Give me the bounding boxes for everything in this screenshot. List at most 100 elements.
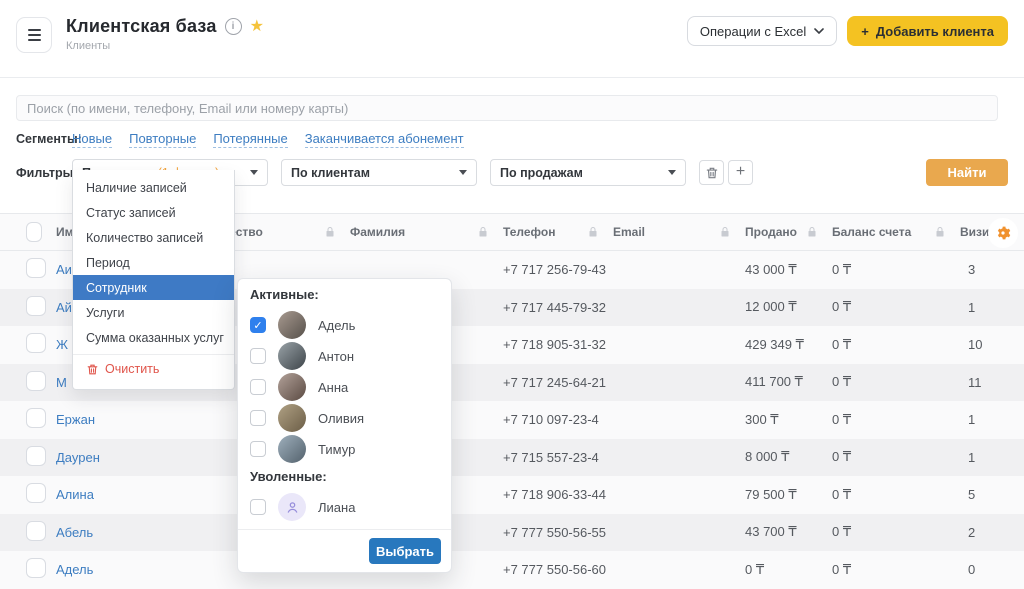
clear-filters-button[interactable]: Очистить xyxy=(73,354,234,383)
filter-menu-item[interactable]: Сотрудник xyxy=(73,275,234,300)
staff-item: Лиана xyxy=(250,492,439,522)
staff-avatar xyxy=(278,493,306,521)
filter-menu-item[interactable]: Сумма оказанных услуг xyxy=(73,325,234,350)
delete-filter-button[interactable] xyxy=(699,160,724,185)
filter-menu-item[interactable]: Наличие записей xyxy=(73,175,234,200)
row-checkbox[interactable] xyxy=(26,296,46,316)
row-checkbox[interactable] xyxy=(26,333,46,353)
client-visits: 11 xyxy=(960,375,1024,390)
staff-checkbox[interactable] xyxy=(250,441,266,457)
column-header: Продано xyxy=(745,214,832,250)
table-row: Даурен+7 715 557-23-48 000 ₸0 ₸1 xyxy=(0,439,1024,477)
staff-checkbox[interactable] xyxy=(250,410,266,426)
client-name-link[interactable]: Абель xyxy=(56,525,207,540)
page-title: Клиентская база xyxy=(66,16,217,37)
sales-filter-select[interactable]: По продажам xyxy=(490,159,686,186)
row-checkbox-cell xyxy=(0,483,56,506)
segment-link[interactable]: Заканчивается абонемент xyxy=(305,131,464,148)
row-checkbox[interactable] xyxy=(26,521,46,541)
segment-link[interactable]: Потерянные xyxy=(213,131,287,148)
trash-icon xyxy=(86,363,99,376)
client-sold: 79 500 ₸ xyxy=(745,487,832,503)
segment-link[interactable]: Повторные xyxy=(129,131,196,148)
info-icon[interactable]: i xyxy=(225,18,242,35)
row-checkbox[interactable] xyxy=(26,483,46,503)
staff-checkbox[interactable] xyxy=(250,499,266,515)
excel-operations-button[interactable]: Операции с Excel xyxy=(687,16,837,46)
client-name-link[interactable]: Адель xyxy=(56,562,207,577)
segments-row: Сегменты: Новые Повторные Потерянные Заканч… xyxy=(16,131,1008,147)
client-phone: +7 717 445-79-32 xyxy=(503,300,613,315)
client-phone: +7 777 550-56-55 xyxy=(503,525,613,540)
client-visits: 1 xyxy=(960,300,1024,315)
table-row: Абель+7 777 550-56-5543 700 ₸0 ₸2 xyxy=(0,514,1024,552)
row-checkbox-cell xyxy=(0,296,56,319)
filter-menu-item[interactable]: Период xyxy=(73,250,234,275)
segment-link[interactable]: Новые xyxy=(72,131,112,148)
find-button[interactable]: Найти xyxy=(926,159,1008,186)
clear-filters-label: Очистить xyxy=(105,362,159,376)
row-checkbox[interactable] xyxy=(26,408,46,428)
row-checkbox-cell xyxy=(0,521,56,544)
add-client-button[interactable]: + Добавить клиента xyxy=(847,16,1008,46)
filter-menu-item[interactable]: Статус записей xyxy=(73,200,234,225)
segments-list: Новые Повторные Потерянные Заканчивается аб… xyxy=(72,131,464,148)
row-checkbox[interactable] xyxy=(26,258,46,278)
client-sold: 0 ₸ xyxy=(745,562,832,578)
table-settings-button[interactable] xyxy=(988,218,1018,248)
client-name-link[interactable]: Алина xyxy=(56,487,207,502)
favorite-star-icon[interactable]: ★ xyxy=(250,19,264,35)
column-header-label: Баланс счета xyxy=(832,225,911,239)
clients-filter-select[interactable]: По клиентам xyxy=(281,159,477,186)
column-header-label: Телефон xyxy=(503,225,555,239)
trash-icon xyxy=(705,166,719,180)
column-header: Email xyxy=(613,214,745,250)
client-phone: +7 717 245-64-21 xyxy=(503,375,613,390)
staff-item: Антон xyxy=(250,341,439,371)
client-phone: +7 777 550-56-60 xyxy=(503,562,613,577)
row-checkbox[interactable] xyxy=(26,446,46,466)
select-all-checkbox[interactable] xyxy=(26,222,42,242)
title-block: Клиентская база i ★ Клиенты xyxy=(66,16,264,52)
staff-checkbox[interactable] xyxy=(250,348,266,364)
lock-icon xyxy=(477,226,489,238)
client-phone: +7 718 905-31-32 xyxy=(503,337,613,352)
filter-menu-item[interactable]: Количество записей xyxy=(73,225,234,250)
staff-checkbox[interactable]: ✓ xyxy=(250,317,266,333)
search-input[interactable] xyxy=(16,95,998,121)
row-checkbox-cell xyxy=(0,446,56,469)
client-phone: +7 717 256-79-43 xyxy=(503,262,613,277)
client-visits: 1 xyxy=(960,450,1024,465)
client-name-link[interactable]: Ержан xyxy=(56,412,207,427)
client-visits: 1 xyxy=(960,412,1024,427)
header-checkbox-cell xyxy=(0,214,56,250)
filter-menu-item[interactable]: Услуги xyxy=(73,300,234,325)
column-header-label: Email xyxy=(613,225,645,239)
staff-select-button[interactable]: Выбрать xyxy=(369,538,441,564)
client-sold: 12 000 ₸ xyxy=(745,299,832,315)
client-sold: 8 000 ₸ xyxy=(745,449,832,465)
row-checkbox-cell xyxy=(0,258,56,281)
sales-filter-value: По продажам xyxy=(500,166,583,180)
row-checkbox[interactable] xyxy=(26,371,46,391)
add-client-label: Добавить клиента xyxy=(876,24,994,39)
staff-checkbox[interactable] xyxy=(250,379,266,395)
row-checkbox-cell xyxy=(0,333,56,356)
lock-icon xyxy=(587,226,599,238)
client-name-link[interactable]: Даурен xyxy=(56,450,207,465)
caret-down-icon xyxy=(668,170,676,175)
page-header: Клиентская база i ★ Клиенты Операции с E… xyxy=(0,0,1024,62)
client-balance: 0 ₸ xyxy=(832,374,960,390)
client-balance: 0 ₸ xyxy=(832,524,960,540)
header-divider xyxy=(0,77,1024,78)
menu-button[interactable] xyxy=(16,17,52,53)
add-filter-button[interactable]: + xyxy=(728,160,753,185)
client-balance: 0 ₸ xyxy=(832,262,960,278)
client-visits: 2 xyxy=(960,525,1024,540)
client-database-page: Клиентская база i ★ Клиенты Операции с E… xyxy=(0,0,1024,571)
client-visits: 0 xyxy=(960,562,1024,577)
row-checkbox[interactable] xyxy=(26,558,46,578)
staff-avatar xyxy=(278,435,306,463)
segments-label: Сегменты: xyxy=(16,132,72,146)
client-balance: 0 ₸ xyxy=(832,562,960,578)
